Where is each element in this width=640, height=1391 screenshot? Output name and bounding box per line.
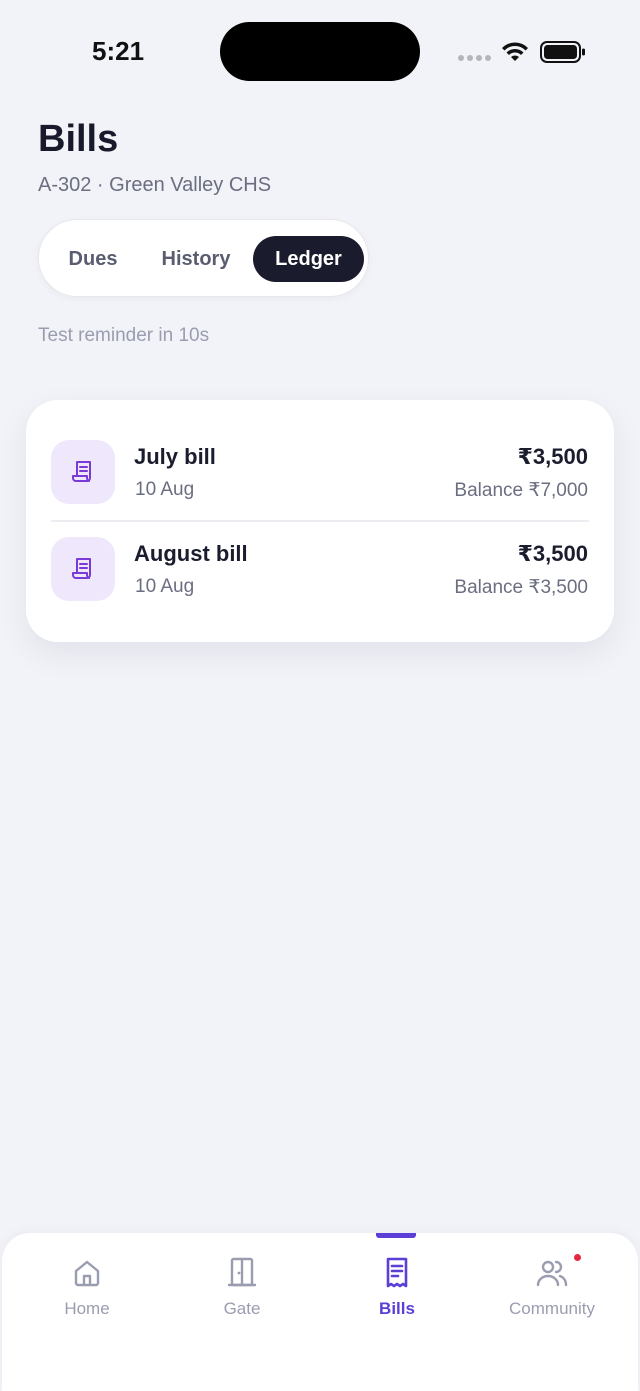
ledger-row-july[interactable]: July bill 10 Aug ₹3,500 Balance ₹7,000 (26, 424, 614, 520)
door-icon (227, 1257, 257, 1287)
bills-segmented-tabs: Dues History Ledger (38, 219, 369, 297)
flat-society-subtitle: A-302 · Green Valley CHS (38, 174, 272, 196)
bill-amount: ₹3,500 (517, 541, 588, 566)
nav-label: Bills (379, 1299, 415, 1318)
nav-item-home[interactable]: Home (7, 1255, 167, 1319)
tab-ledger[interactable]: Ledger (253, 236, 364, 282)
users-icon (536, 1260, 568, 1287)
active-tab-indicator (376, 1233, 416, 1238)
nav-item-gate[interactable]: Gate (162, 1255, 322, 1319)
tab-history[interactable]: History (151, 236, 241, 282)
bill-name: July bill (134, 444, 216, 469)
bill-amount: ₹3,500 (517, 444, 588, 469)
nav-item-community[interactable]: Community (472, 1255, 632, 1319)
bill-name: August bill (134, 541, 248, 566)
bill-balance: Balance ₹3,500 (454, 577, 588, 598)
receipt-icon (386, 1257, 408, 1288)
bill-balance: Balance ₹7,000 (454, 480, 588, 501)
bottom-tab-bar: Home Gate Bills Community (2, 1233, 638, 1391)
test-reminder-text: Test reminder in 10s (38, 325, 210, 346)
ledger-card: July bill 10 Aug ₹3,500 Balance ₹7,000 A… (26, 400, 614, 642)
dynamic-island (220, 22, 420, 81)
bill-date: 10 Aug (135, 576, 195, 597)
receipt-icon (51, 440, 115, 504)
ledger-row-august[interactable]: August bill 10 Aug ₹3,500 Balance ₹3,500 (26, 521, 614, 617)
tab-dues[interactable]: Dues (55, 236, 131, 282)
nav-item-bills[interactable]: Bills (317, 1255, 477, 1319)
nav-label: Home (64, 1299, 110, 1318)
cellular-signal-icon (458, 55, 491, 61)
battery-icon (540, 41, 585, 63)
bills-screen: 5:21 Bills A-302 · Green Valley CHS Dues… (0, 0, 640, 1391)
receipt-icon (51, 537, 115, 601)
notification-dot (574, 1254, 581, 1261)
nav-label: Gate (223, 1299, 261, 1318)
bill-date: 10 Aug (135, 479, 195, 500)
page-title: Bills (38, 118, 119, 160)
nav-label: Community (509, 1299, 595, 1318)
status-time: 5:21 (92, 36, 145, 66)
wifi-icon (502, 42, 528, 61)
home-icon (74, 1260, 100, 1287)
